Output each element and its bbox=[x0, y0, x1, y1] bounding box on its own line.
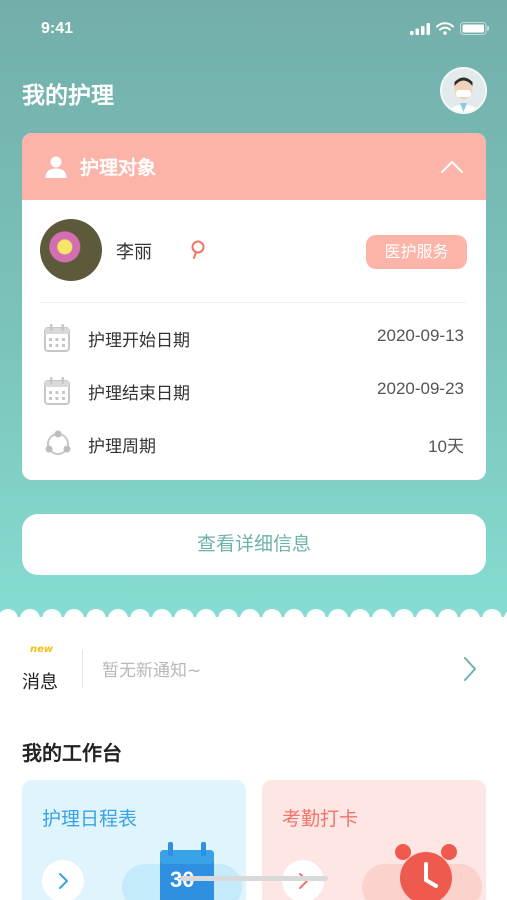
status-bar: 9:41 bbox=[0, 0, 507, 60]
service-badge: 医护服务 bbox=[366, 235, 467, 269]
care-card-title: 护理对象 bbox=[80, 157, 157, 179]
signal-icon bbox=[410, 22, 430, 35]
new-badge: new bbox=[30, 644, 54, 655]
cycle-icon bbox=[45, 430, 71, 455]
schedule-go-button[interactable] bbox=[42, 860, 84, 900]
schedule-tile[interactable]: 护理日程表 30 bbox=[22, 780, 246, 900]
attendance-tile-title: 考勤打卡 bbox=[282, 808, 359, 830]
nurse-avatar-icon bbox=[442, 69, 485, 112]
calendar-icon bbox=[44, 377, 70, 405]
message-label: 消息 bbox=[22, 672, 58, 693]
care-card-header[interactable]: 护理对象 bbox=[22, 133, 486, 200]
start-date-value: 2020-09-13 bbox=[377, 326, 464, 345]
start-date-label: 护理开始日期 bbox=[88, 331, 190, 351]
card-divider bbox=[40, 302, 466, 303]
start-date-row: 护理开始日期 2020-09-13 bbox=[44, 322, 464, 352]
schedule-tile-title: 护理日程表 bbox=[42, 808, 138, 830]
message-separator bbox=[82, 650, 83, 688]
user-avatar[interactable] bbox=[440, 67, 487, 114]
chevron-right-icon[interactable] bbox=[462, 656, 478, 682]
period-label: 护理周期 bbox=[88, 437, 156, 457]
patient-name: 李丽 bbox=[116, 242, 152, 263]
home-indicator bbox=[180, 876, 328, 881]
end-date-label: 护理结束日期 bbox=[88, 384, 190, 404]
message-bar[interactable]: new 消息 暂无新通知~ bbox=[0, 640, 507, 700]
end-date-row: 护理结束日期 2020-09-23 bbox=[44, 375, 464, 405]
message-text: 暂无新通知~ bbox=[102, 661, 202, 681]
view-details-button[interactable]: 查看详细信息 bbox=[22, 514, 486, 575]
person-icon bbox=[45, 156, 67, 178]
patient-row: 李丽 医护服务 bbox=[40, 219, 470, 283]
battery-icon bbox=[460, 22, 489, 35]
status-icons bbox=[410, 22, 490, 35]
attendance-tile[interactable]: 考勤打卡 bbox=[262, 780, 486, 900]
period-row: 护理周期 10天 bbox=[44, 428, 464, 458]
care-recipient-card: 护理对象 李丽 医护服务 护理开始日期 2020-09-13 护理结束日期 20… bbox=[22, 133, 486, 480]
period-value: 10天 bbox=[428, 437, 464, 456]
chevron-right-icon bbox=[59, 873, 68, 889]
patient-avatar bbox=[40, 219, 102, 281]
wave-divider bbox=[0, 609, 507, 629]
end-date-value: 2020-09-23 bbox=[377, 379, 464, 398]
calendar-icon bbox=[44, 324, 70, 352]
workbench-title: 我的工作台 bbox=[22, 741, 122, 765]
status-time: 9:41 bbox=[41, 20, 74, 37]
female-gender-icon bbox=[191, 240, 205, 259]
page-title: 我的护理 bbox=[22, 83, 114, 109]
alarm-clock-icon bbox=[362, 844, 482, 900]
chevron-up-icon[interactable] bbox=[440, 155, 464, 179]
wifi-icon bbox=[436, 22, 454, 35]
